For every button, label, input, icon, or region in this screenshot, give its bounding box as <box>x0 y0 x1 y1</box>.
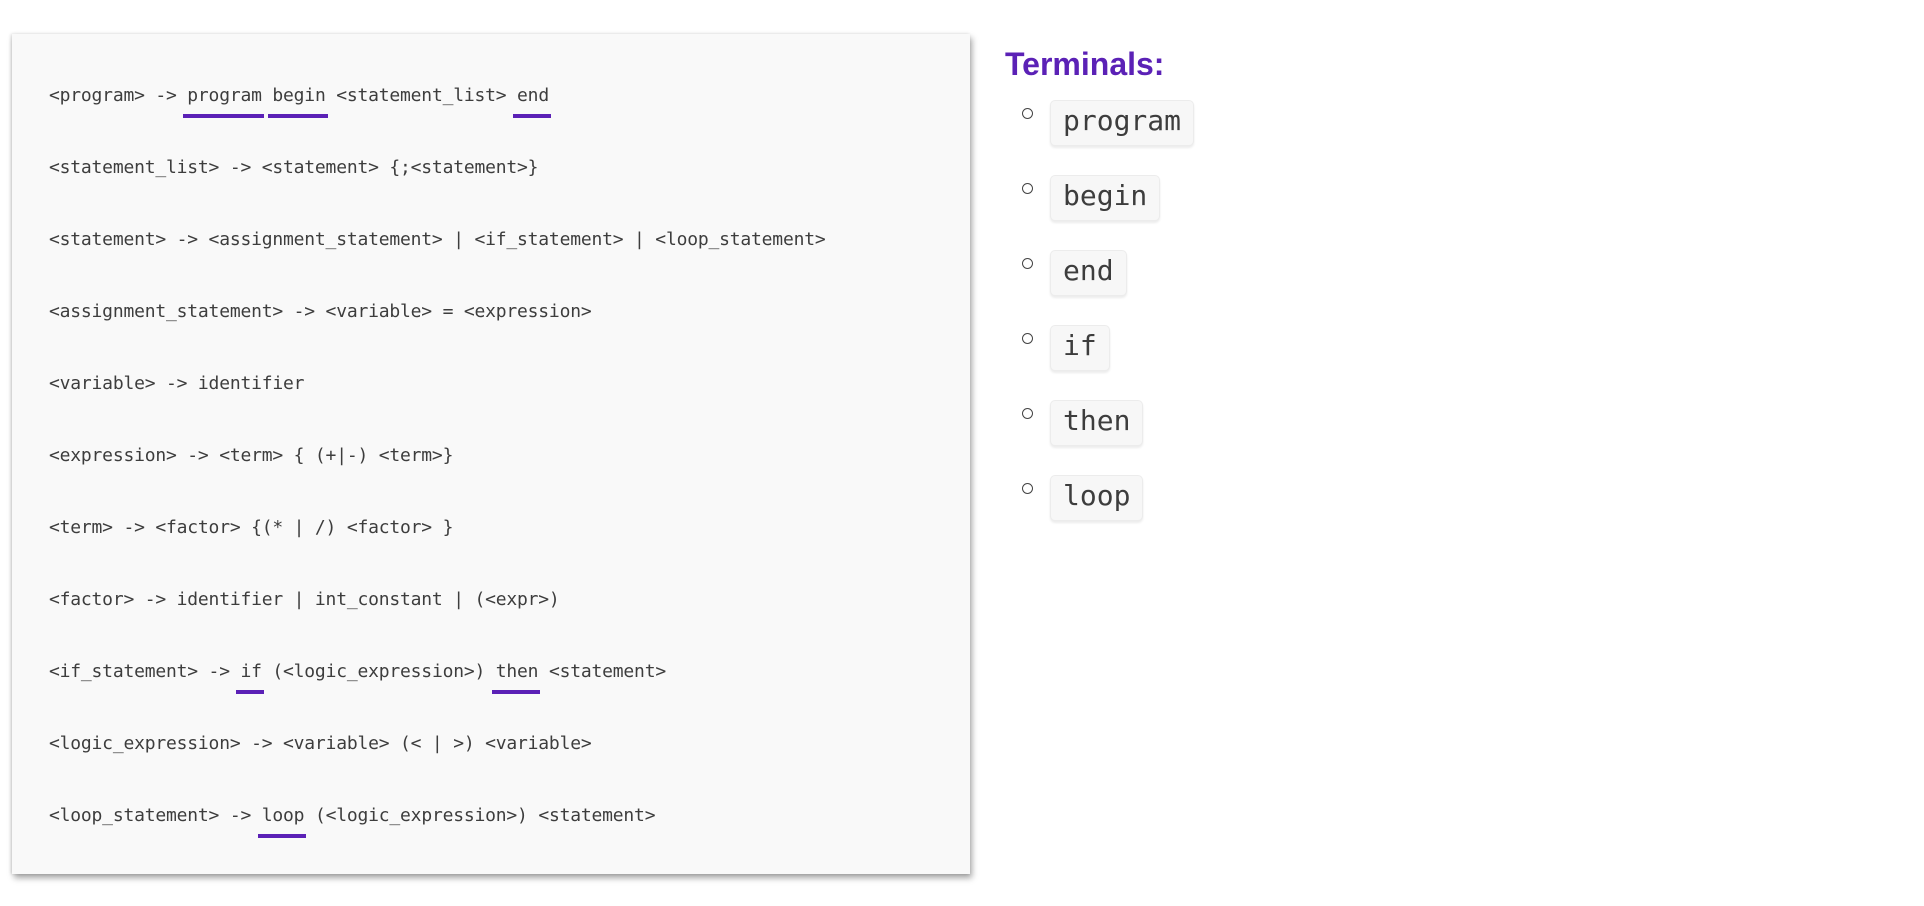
grammar-rule: <program> -> program begin <statement_li… <box>49 84 551 118</box>
terminal-list-item: end <box>1022 250 1194 325</box>
terminal-keyword: program <box>183 85 265 118</box>
grammar-rule: <assignment_statement> -> <variable> = <… <box>49 300 592 324</box>
terminal-keyword: end <box>513 85 551 118</box>
circle-bullet-icon <box>1022 108 1033 119</box>
terminal-code: then <box>1050 400 1144 446</box>
rule-text: <loop_statement> -> <box>49 805 262 826</box>
rule-text: (<logic_expression>) <box>261 661 496 682</box>
grammar-card: <program> -> program begin <statement_li… <box>12 34 970 874</box>
rule-text: <if_statement> -> <box>49 661 241 682</box>
grammar-rule: <loop_statement> -> loop (<logic_express… <box>49 804 656 838</box>
rule-text: <statement> -> <assignment_statement> | … <box>49 229 826 250</box>
terminal-list-item: then <box>1022 400 1194 475</box>
terminals-list: program begin end if then loop <box>1022 100 1195 550</box>
terminal-keyword: loop <box>257 805 306 838</box>
rule-text: (<logic_expression>) <statement> <box>304 805 656 826</box>
terminal-code: if <box>1050 325 1110 371</box>
terminal-list-item: if <box>1022 325 1194 400</box>
grammar-rule: <logic_expression> -> <variable> (< | >)… <box>49 732 592 756</box>
grammar-rule: <term> -> <factor> {(* | /) <factor> } <box>49 516 453 540</box>
terminal-code: begin <box>1050 175 1161 221</box>
terminal-list-item: begin <box>1022 175 1194 250</box>
rule-text: <statement_list> <box>325 85 518 106</box>
rule-text <box>262 85 273 106</box>
grammar-rule: <expression> -> <term> { (+|-) <term>} <box>49 444 453 468</box>
rule-text: <statement_list> -> <statement> {;<state… <box>49 157 539 178</box>
grammar-rule: <if_statement> -> if (<logic_expression>… <box>49 660 666 694</box>
terminal-keyword: begin <box>268 85 328 118</box>
rule-text: <expression> -> <term> { (+|-) <term>} <box>49 445 454 466</box>
page: <program> -> program begin <statement_li… <box>0 0 1924 906</box>
rule-text: <logic_expression> -> <variable> (< | >)… <box>49 733 592 754</box>
rule-text: <variable> -> identifier <box>49 373 305 394</box>
grammar-rule: <statement_list> -> <statement> {;<state… <box>49 156 539 180</box>
grammar-rule: <statement> -> <assignment_statement> | … <box>49 228 826 252</box>
terminal-keyword: if <box>236 661 265 694</box>
circle-bullet-icon <box>1022 483 1033 494</box>
terminal-code: end <box>1050 250 1127 296</box>
circle-bullet-icon <box>1022 408 1033 419</box>
terminal-code: loop <box>1050 475 1144 521</box>
terminal-list-item: loop <box>1022 475 1194 550</box>
terminal-code: program <box>1050 100 1195 146</box>
circle-bullet-icon <box>1022 258 1033 269</box>
grammar-rule: <factor> -> identifier | int_constant | … <box>49 588 560 612</box>
terminals-section: Terminals: program begin end if then loop <box>1005 44 1195 521</box>
circle-bullet-icon <box>1022 333 1033 344</box>
circle-bullet-icon <box>1022 183 1033 194</box>
rule-text: <program> -> <box>49 85 188 106</box>
terminals-title: Terminals: <box>1005 46 1165 82</box>
terminal-list-item: program <box>1022 100 1195 175</box>
rule-text: <statement> <box>538 661 666 682</box>
rule-text: <factor> -> identifier | int_constant | … <box>49 589 560 610</box>
grammar-rule: <variable> -> identifier <box>49 372 304 396</box>
rule-text: <assignment_statement> -> <variable> = <… <box>49 301 592 322</box>
terminal-keyword: then <box>491 661 540 694</box>
rule-text: <term> -> <factor> {(* | /) <factor> } <box>49 517 454 538</box>
